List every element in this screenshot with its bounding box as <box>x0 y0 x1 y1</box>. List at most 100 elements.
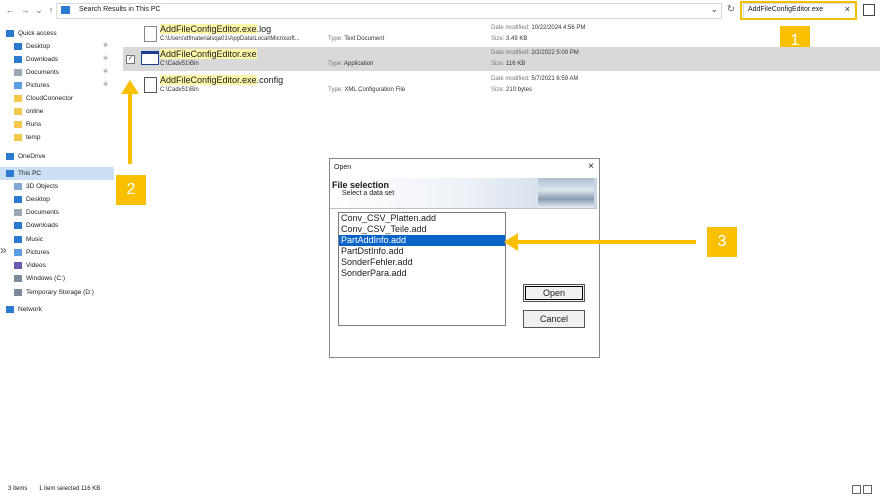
size-label: Size: <box>491 87 505 93</box>
file-name: AddFileConfigEditor.exe.config <box>160 75 283 85</box>
document-icon <box>14 208 22 216</box>
sidebar-item[interactable]: Documents <box>0 206 114 219</box>
dataset-list-item[interactable]: SonderFehler.add <box>339 257 505 268</box>
sidebar-item[interactable]: 3D Objects <box>0 180 114 193</box>
header-image <box>538 178 594 208</box>
refresh-icon[interactable]: ↻ <box>725 4 737 16</box>
pin-icon[interactable]: ✲ <box>103 53 108 66</box>
type-label: Type: <box>328 36 343 42</box>
sidebar-item[interactable]: Videos <box>0 259 114 272</box>
sidebar-item[interactable]: Desktop <box>0 193 114 206</box>
sidebar-item[interactable]: Documents ✲ <box>0 66 114 79</box>
pin-icon[interactable]: ✲ <box>103 40 108 53</box>
sidebar-item[interactable]: Quick access <box>0 27 114 40</box>
file-type: Text Document <box>344 36 385 42</box>
file-name: AddFileConfigEditor.exe <box>160 49 257 59</box>
file-path: C:\Cadv51\Bin <box>160 61 199 67</box>
sidebar-item-label: Network <box>18 306 42 313</box>
chevron-down-icon[interactable]: ⌄ <box>710 4 718 15</box>
dataset-list-item[interactable]: PartDstInfo.add <box>339 246 505 257</box>
drive-icon <box>14 274 22 282</box>
sidebar-item[interactable]: This PC <box>0 167 114 180</box>
sidebar-item-label: Pictures <box>26 249 50 256</box>
sidebar-item[interactable]: Downloads <box>0 219 114 232</box>
forward-arrow-icon[interactable]: → <box>19 4 31 16</box>
date-label: Date modified: <box>491 50 530 56</box>
callout-arrow-2 <box>121 80 139 164</box>
address-text: Search Results in This PC <box>79 6 161 13</box>
cloud-icon <box>6 152 14 160</box>
picture-icon <box>14 248 22 256</box>
tiles-view-icon[interactable] <box>863 485 872 494</box>
cube-icon <box>14 182 22 190</box>
sidebar-item-label: Downloads <box>26 56 59 63</box>
sidebar-item-label: Windows (C:) <box>26 275 66 282</box>
sidebar-item-label: Runs <box>26 121 42 128</box>
folder-icon <box>14 120 22 128</box>
row-checkbox[interactable]: ✓ <box>126 55 135 64</box>
folder-icon <box>14 94 22 102</box>
sidebar-item-label: Temporary Storage (D:) <box>26 289 94 296</box>
sidebar-item-label: Music <box>26 236 43 243</box>
sidebar-item[interactable]: Music <box>0 233 114 246</box>
status-bar: 3 items 1 item selected 116 KB <box>8 486 100 492</box>
sidebar-item-label: Downloads <box>26 222 59 229</box>
picture-icon <box>14 81 22 89</box>
desktop-icon <box>14 195 22 203</box>
file-date: 2/2/2022 5:00 PM <box>531 50 579 56</box>
file-row[interactable]: AddFileConfigEditor.exe.log C:\Users\dfma… <box>123 22 880 46</box>
sidebar-item[interactable]: Desktop ✲ <box>0 40 114 53</box>
sidebar-item-label: OneDrive <box>18 153 46 160</box>
file-row[interactable]: ✓ AddFileConfigEditor.exe C:\Cadv51\Bin Typ… <box>123 47 880 71</box>
download-icon <box>14 55 22 63</box>
sidebar-item[interactable]: CloudConnector <box>0 92 114 105</box>
dataset-listbox[interactable]: Conv_CSV_Platten.add Conv_CSV_Teile.add Pa… <box>338 212 506 326</box>
sidebar-item[interactable]: Network <box>0 303 114 316</box>
cancel-button[interactable]: Cancel <box>523 310 585 328</box>
music-icon <box>14 235 22 243</box>
config-file-icon <box>144 77 157 93</box>
sidebar-item[interactable]: Runs <box>0 118 114 131</box>
pin-icon[interactable]: ✲ <box>103 66 108 79</box>
open-dialog: Open × File selection Select a data set … <box>329 158 600 358</box>
dataset-list-item[interactable]: PartAddInfo.add <box>339 235 505 246</box>
dataset-list-item[interactable]: Conv_CSV_Platten.add <box>339 213 505 224</box>
sidebar-item-label: Desktop <box>26 196 50 203</box>
file-row[interactable]: AddFileConfigEditor.exe.config C:\Cadv51\… <box>123 73 880 97</box>
size-label: Size: <box>491 61 505 67</box>
dataset-list-item[interactable]: SonderPara.add <box>339 268 505 279</box>
sidebar-item[interactable]: Downloads ✲ <box>0 53 114 66</box>
search-match-highlight: AddFileConfigEditor.exe <box>160 75 257 85</box>
address-bar[interactable]: Search Results in This PC ⌄ <box>56 3 722 19</box>
sidebar-item-label: 3D Objects <box>26 183 59 190</box>
sidebar-item-label: Pictures <box>26 82 50 89</box>
dataset-list-item[interactable]: Conv_CSV_Teile.add <box>339 224 505 235</box>
desktop-icon <box>14 42 22 50</box>
dialog-heading: File selection <box>332 180 390 190</box>
dialog-title: Open <box>334 164 352 171</box>
close-icon[interactable]: × <box>588 161 594 172</box>
details-view-icon[interactable] <box>852 485 861 494</box>
sidebar-item-label: CloudConnector <box>26 95 73 102</box>
sidebar-item[interactable]: Temporary Storage (D:) <box>0 286 114 299</box>
sidebar-item[interactable]: OneDrive <box>0 150 114 163</box>
document-icon <box>14 68 22 76</box>
sidebar-item[interactable]: temp <box>0 131 114 144</box>
file-name-suffix: .log <box>256 24 272 34</box>
folder-icon <box>14 107 22 115</box>
open-button[interactable]: Open <box>523 284 585 302</box>
pin-icon[interactable]: ✲ <box>103 79 108 92</box>
callout-badge-3: 3 <box>707 227 737 257</box>
sidebar-item-label: Documents <box>26 69 59 76</box>
sidebar-item[interactable]: Pictures <box>0 246 114 259</box>
chevron-down-icon[interactable]: ⌄ <box>33 4 45 16</box>
back-arrow-icon[interactable]: ← <box>4 4 16 16</box>
sidebar-item[interactable]: online <box>0 105 114 118</box>
expand-chevron-icon[interactable]: » <box>0 243 7 257</box>
sidebar-item[interactable]: Pictures ✲ <box>0 79 114 92</box>
details-pane-icon[interactable] <box>863 4 875 16</box>
date-label: Date modified: <box>491 76 530 82</box>
status-item-count: 3 items <box>8 486 28 492</box>
sidebar-item[interactable]: Windows (C:) <box>0 272 114 285</box>
type-label: Type: <box>328 87 343 93</box>
